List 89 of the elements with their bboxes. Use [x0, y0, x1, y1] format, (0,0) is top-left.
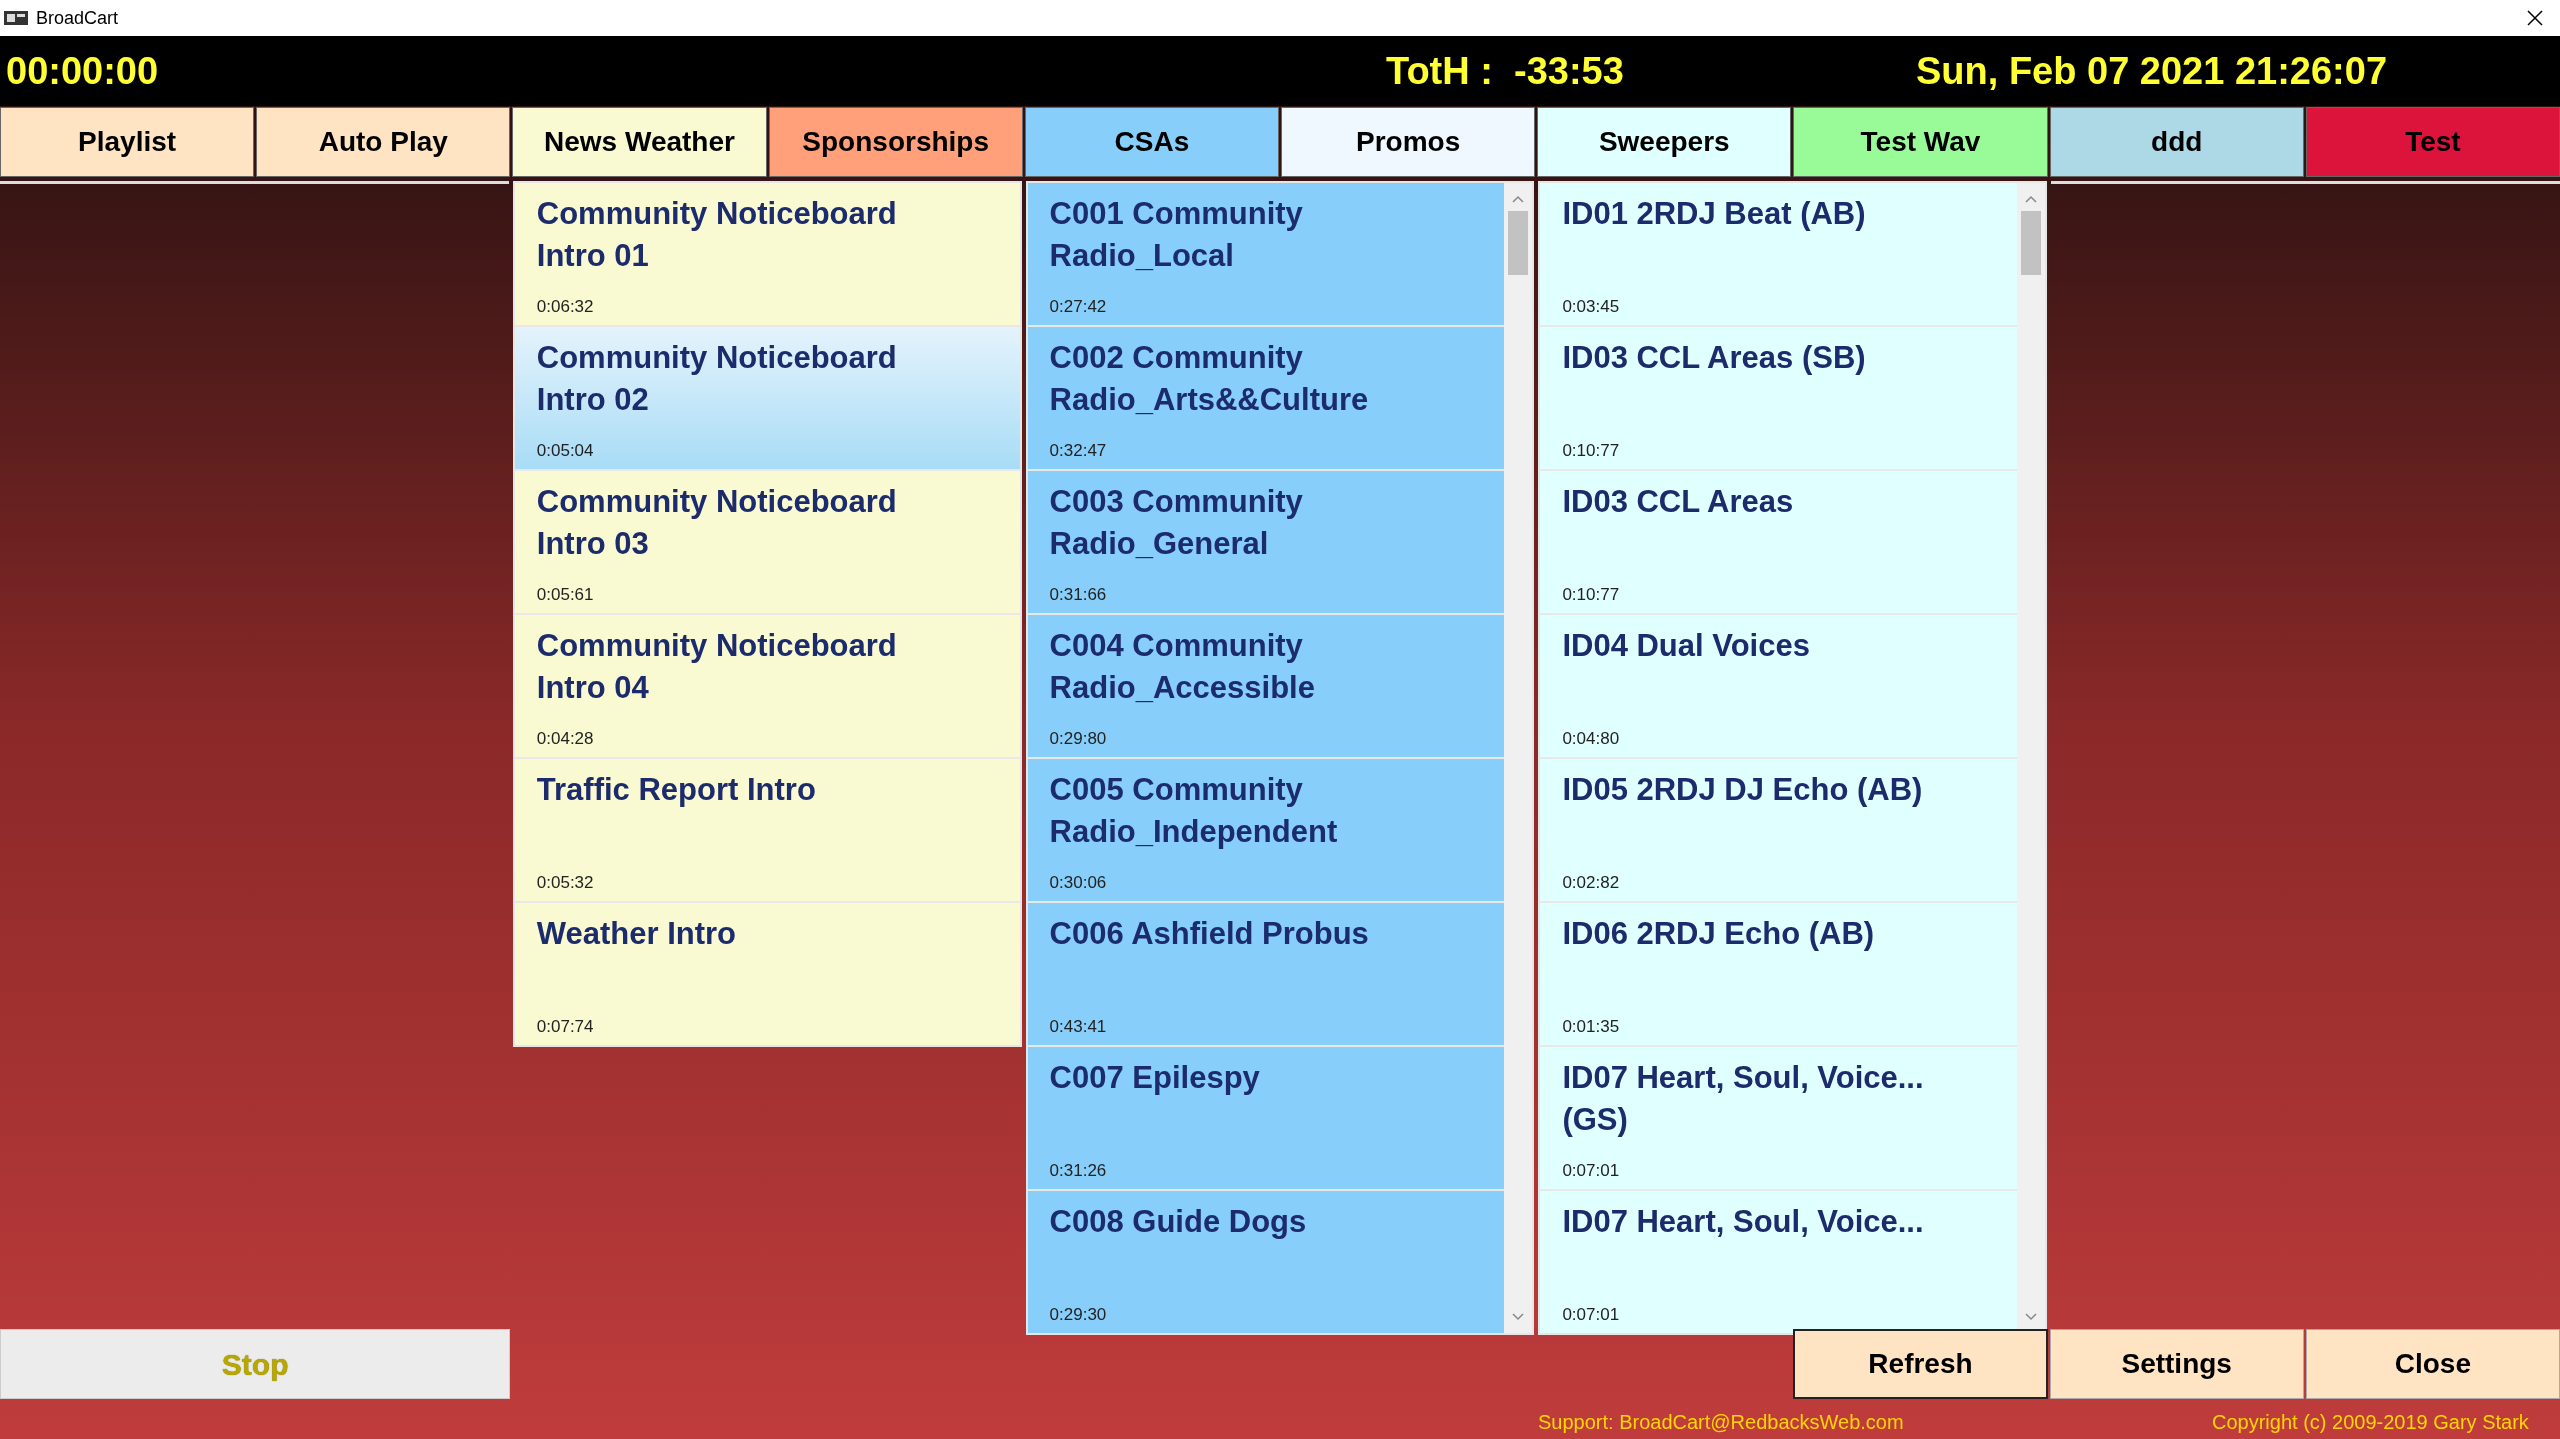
cart-duration: 0:02:82: [1562, 873, 1621, 893]
cart-title: ID01 2RDJ Beat (AB): [1562, 195, 1867, 233]
cart-title: Weather Intro: [536, 915, 738, 953]
cart-duration: 0:29:80: [1049, 729, 1108, 749]
copyright-text: Copyright (c) 2009-2019 Gary Stark: [2212, 1410, 2529, 1435]
cart-title: Community Noticeboard Intro 01: [536, 195, 898, 275]
cart-duration: 0:04:80: [1562, 729, 1621, 749]
cart-item[interactable]: ID01 2RDJ Beat (AB) 0:03:45: [1540, 183, 2018, 325]
category-tab[interactable]: Promos: [1281, 107, 1536, 177]
cart-item[interactable]: Community Noticeboard Intro 02 0:05:04: [514, 327, 1020, 469]
category-tab[interactable]: Test Wav: [1793, 107, 2048, 177]
cart-item[interactable]: C008 Guide Dogs 0:29:30: [1027, 1191, 1505, 1333]
category-tab[interactable]: ddd: [2049, 107, 2304, 177]
cart-item[interactable]: Community Noticeboard Intro 03 0:05:61: [514, 471, 1020, 613]
cart-item[interactable]: Community Noticeboard Intro 01 0:06:32: [514, 183, 1020, 325]
cart-title: C005 Community Radio_Independent: [1049, 771, 1339, 851]
cart-title: ID07 Heart, Soul, Voice...: [1562, 1203, 1925, 1241]
cart-duration: 0:30:06: [1049, 873, 1108, 893]
cart-title: ID07 Heart, Soul, Voice... (GS): [1562, 1059, 1925, 1139]
cart-item[interactable]: ID07 Heart, Soul, Voice... 0:07:01: [1540, 1191, 2018, 1333]
cart-item[interactable]: ID03 CCL Areas 0:10:77: [1540, 471, 2018, 613]
category-tab[interactable]: Test: [2305, 107, 2560, 177]
cart-title: C002 Community Radio_Arts&&Culture: [1049, 339, 1370, 419]
cart-duration: 0:05:04: [536, 441, 595, 461]
scrollbar-thumb[interactable]: [1508, 211, 1529, 275]
cart-title: Community Noticeboard Intro 03: [536, 483, 898, 563]
category-tab[interactable]: Auto Play: [256, 107, 511, 177]
cart-item[interactable]: Traffic Report Intro 0:05:32: [514, 759, 1020, 901]
cart-title: Community Noticeboard Intro 04: [536, 627, 898, 707]
cart-item[interactable]: C003 Community Radio_General 0:31:66: [1027, 471, 1505, 613]
cart-title: ID05 2RDJ DJ Echo (AB): [1562, 771, 1924, 809]
cart-item[interactable]: C005 Community Radio_Independent 0:30:06: [1027, 759, 1505, 901]
date-time: Sun, Feb 07 2021 21:26:07: [1916, 48, 2388, 94]
cart-title: Community Noticeboard Intro 02: [536, 339, 898, 419]
cart-duration: 0:05:32: [536, 873, 595, 893]
cart-title: C006 Ashfield Probus: [1049, 915, 1370, 953]
cart-duration: 0:31:26: [1049, 1161, 1108, 1181]
cart-duration: 0:05:61: [536, 585, 595, 605]
category-tab[interactable]: CSAs: [1024, 107, 1279, 177]
cart-duration: 0:07:01: [1562, 1305, 1621, 1325]
scrollbar-thumb[interactable]: [2021, 211, 2042, 275]
cart-title: ID03 CCL Areas (SB): [1562, 339, 1867, 377]
action-button[interactable]: Close: [2305, 1329, 2560, 1399]
cart-duration: 0:07:01: [1562, 1161, 1621, 1181]
cart-title: C004 Community Radio_Accessible: [1049, 627, 1316, 707]
cart-item[interactable]: ID05 2RDJ DJ Echo (AB) 0:02:82: [1540, 759, 2018, 901]
cart-duration: 0:10:77: [1562, 441, 1621, 461]
cart-duration: 0:03:45: [1562, 297, 1621, 317]
category-tab[interactable]: Sweepers: [1537, 107, 1792, 177]
cart-duration: 0:32:47: [1049, 441, 1108, 461]
cart-item[interactable]: ID07 Heart, Soul, Voice... (GS) 0:07:01: [1540, 1047, 2018, 1189]
cart-title: C003 Community Radio_General: [1049, 483, 1304, 563]
cart-item[interactable]: ID03 CCL Areas (SB) 0:10:77: [1540, 327, 2018, 469]
category-tab[interactable]: News Weather: [512, 107, 767, 177]
cart-title: C008 Guide Dogs: [1049, 1203, 1308, 1241]
cart-title: ID06 2RDJ Echo (AB): [1562, 915, 1876, 953]
cart-duration: 0:43:41: [1049, 1017, 1108, 1037]
cart-title: ID03 CCL Areas: [1562, 483, 1795, 521]
top-of-hour-time: TotH : -33:53: [1386, 48, 1625, 94]
cart-item[interactable]: ID06 2RDJ Echo (AB) 0:01:35: [1540, 903, 2018, 1045]
cart-item[interactable]: C006 Ashfield Probus 0:43:41: [1027, 903, 1505, 1045]
cart-duration: 0:31:66: [1049, 585, 1108, 605]
cart-title: ID04 Dual Voices: [1562, 627, 1811, 665]
action-button[interactable]: Refresh: [1793, 1329, 2048, 1399]
cart-item[interactable]: C007 Epilespy 0:31:26: [1027, 1047, 1505, 1189]
cart-item[interactable]: Weather Intro 0:07:74: [514, 903, 1020, 1045]
cart-duration: 0:27:42: [1049, 297, 1108, 317]
cart-item[interactable]: Community Noticeboard Intro 04 0:04:28: [514, 615, 1020, 757]
category-tab[interactable]: Sponsorships: [768, 107, 1023, 177]
cart-duration: 0:01:35: [1562, 1017, 1621, 1037]
cart-duration: 0:06:32: [536, 297, 595, 317]
cart-title: C007 Epilespy: [1049, 1059, 1261, 1097]
elapsed-time: 00:00:00: [6, 48, 160, 94]
category-tab[interactable]: Playlist: [0, 107, 255, 177]
action-button[interactable]: Settings: [2049, 1329, 2304, 1399]
cart-title: Traffic Report Intro: [536, 771, 817, 809]
close-icon[interactable]: [2526, 9, 2544, 27]
cart-item[interactable]: ID04 Dual Voices 0:04:80: [1540, 615, 2018, 757]
cart-duration: 0:07:74: [536, 1017, 595, 1037]
support-email: Support: BroadCart@RedbacksWeb.com: [1538, 1410, 1905, 1435]
cart-duration: 0:29:30: [1049, 1305, 1108, 1325]
cart-duration: 0:04:28: [536, 729, 595, 749]
cart-title: C001 Community Radio_Local: [1049, 195, 1304, 275]
window-title: BroadCart: [36, 6, 119, 30]
cart-duration: 0:10:77: [1562, 585, 1621, 605]
cart-item[interactable]: C002 Community Radio_Arts&&Culture 0:32:47: [1027, 327, 1505, 469]
cart-item[interactable]: C004 Community Radio_Accessible 0:29:80: [1027, 615, 1505, 757]
cart-item[interactable]: C001 Community Radio_Local 0:27:42: [1027, 183, 1505, 325]
app-icon: [4, 10, 28, 26]
